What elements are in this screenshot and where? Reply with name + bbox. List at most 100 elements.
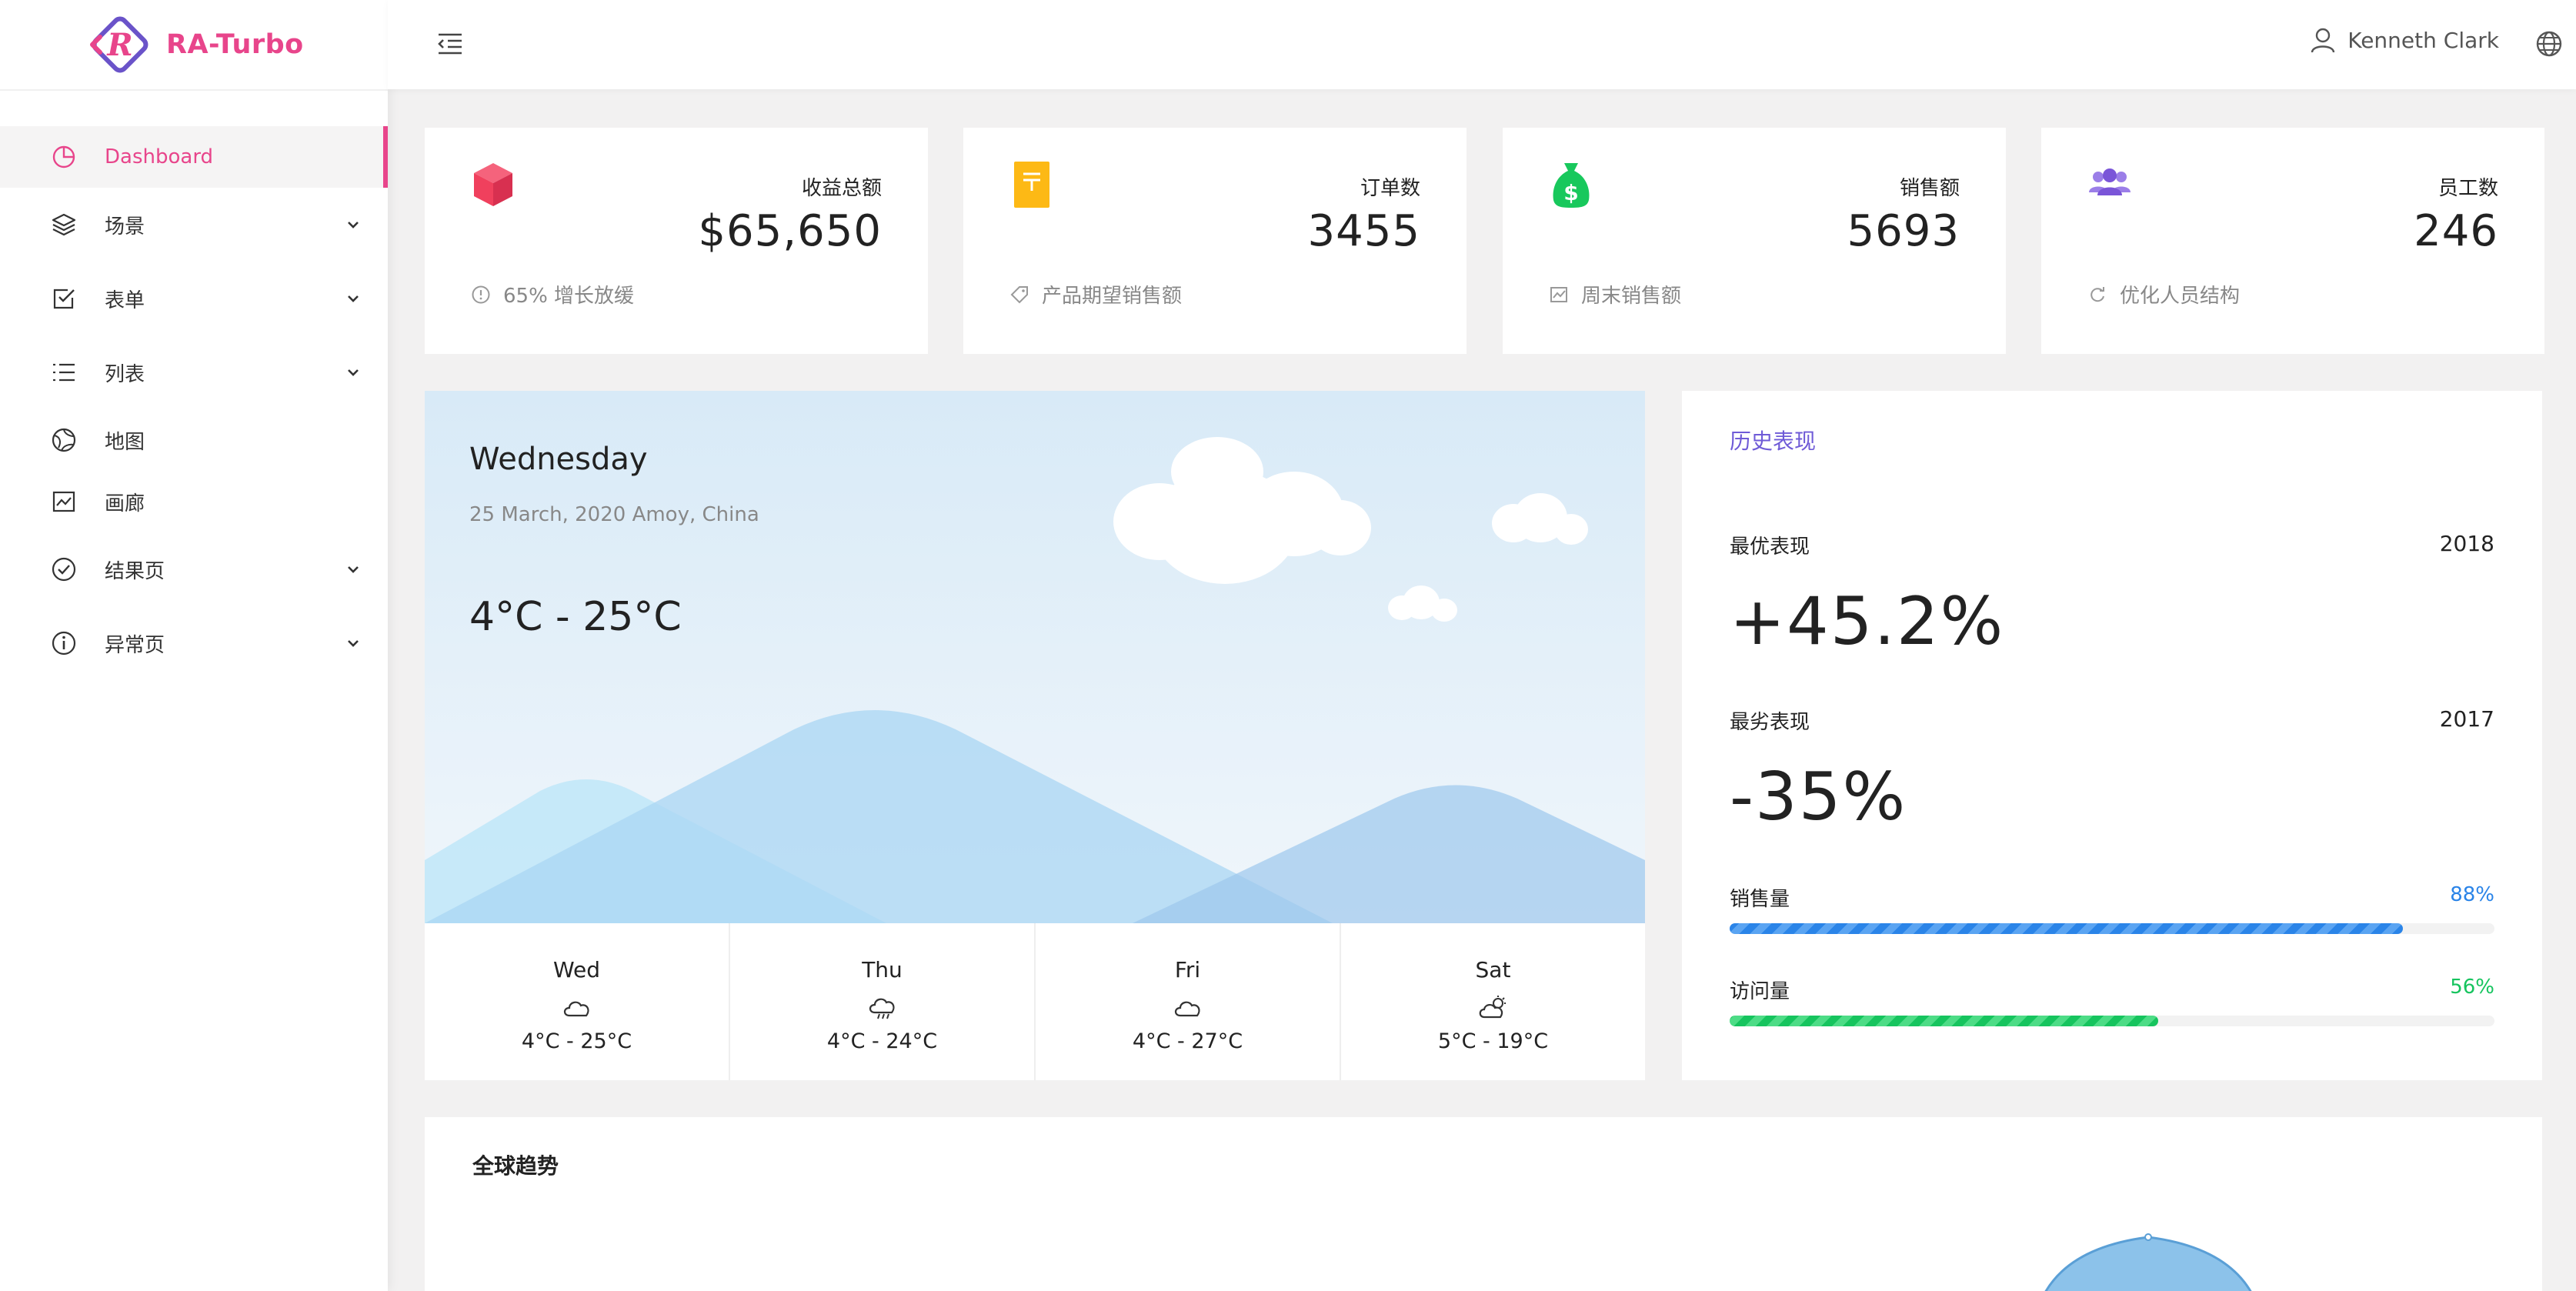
- language-globe-icon[interactable]: [2534, 29, 2564, 58]
- layers-icon: [52, 213, 76, 236]
- forecast-temp: 4°C - 24°C: [826, 1029, 938, 1053]
- app-name: RA-Turbo: [166, 29, 304, 60]
- worst-performance-value: -35%: [1730, 759, 1907, 836]
- chevron-down-icon: [348, 295, 359, 302]
- stat-footer-text: 周末销售额: [1581, 285, 1682, 308]
- sidebar-item-label: 结果页: [105, 559, 165, 583]
- sidebar-item-results[interactable]: 结果页: [0, 532, 388, 606]
- stat-value: 3455: [1307, 206, 1420, 256]
- line-chart-icon: [1550, 286, 1567, 302]
- cloud-icon: [1174, 1001, 1200, 1017]
- sidebar-item-label: 表单: [105, 289, 145, 312]
- visits-label: 访问量: [1730, 980, 1790, 1003]
- sales-progress-fill: [1730, 923, 2403, 934]
- forecast-day: Wed 4°C - 25°C: [425, 923, 730, 1080]
- checkbox-icon: [53, 289, 75, 309]
- sidebar-item-label: 异常页: [105, 633, 165, 657]
- users-icon: [2089, 168, 2131, 195]
- weather-day: Wednesday: [469, 442, 648, 477]
- visits-progress-fill: [1730, 1016, 2158, 1026]
- check-circle-icon: [52, 557, 76, 582]
- cloud-icon: [563, 1001, 589, 1017]
- stat-value: 246: [2414, 206, 2498, 256]
- stat-title: 订单数: [1360, 177, 1420, 200]
- top-header: Kenneth Clark: [388, 0, 2576, 89]
- best-performance-value: +45.2%: [1730, 583, 2005, 660]
- worst-performance-label: 最劣表现: [1730, 711, 1810, 734]
- stat-card-sales: $ 销售额 5693 周末销售额: [1503, 128, 2006, 354]
- forecast-day: Thu 4°C - 24°C: [730, 923, 1036, 1080]
- stat-footer-text: 优化人员结构: [2120, 285, 2241, 308]
- stat-footer: 产品期望销售额: [1009, 280, 1182, 309]
- weather-forecast: Wed 4°C - 25°C Thu 4°C - 24°C Fri 4°C - …: [425, 923, 1645, 1080]
- worst-performance-year: 2017: [2439, 706, 2494, 732]
- global-trend-title: 全球趋势: [472, 1153, 559, 1179]
- sidebar-item-gallery[interactable]: 画廊: [0, 471, 388, 532]
- sidebar-item-lists[interactable]: 列表: [0, 335, 388, 409]
- stat-footer: 周末销售额: [1549, 280, 1681, 309]
- sidebar-item-exceptions[interactable]: 异常页: [0, 606, 388, 680]
- weather-temperature-range: 4°C - 25°C: [469, 594, 682, 640]
- receipt-icon: [1014, 162, 1049, 208]
- stat-value: $65,650: [698, 206, 882, 256]
- info-circle-icon: [52, 631, 76, 656]
- sidebar-item-label: 地图: [105, 430, 145, 454]
- sidebar-menu: Dashboard 场景 表单 列表 地图 画廊 结果页 异常页: [0, 126, 388, 680]
- history-title: 历史表现: [1730, 429, 1817, 454]
- chevron-down-icon: [348, 369, 359, 376]
- forecast-temp: 4°C - 27°C: [1132, 1029, 1243, 1053]
- logo-icon: R: [90, 16, 148, 73]
- sidebar-item-label: 场景: [105, 215, 145, 239]
- visits-percent: 56%: [2450, 976, 2494, 999]
- stat-value: 5693: [1847, 206, 1960, 256]
- cloud-sun-icon: [1479, 996, 1506, 1019]
- stat-card-employees: 员工数 246 优化人员结构: [2041, 128, 2544, 354]
- chevron-down-icon: [348, 222, 359, 229]
- global-trend-card: 全球趋势: [425, 1117, 2542, 1291]
- weather-card: Wednesday 25 March, 2020 Amoy, China 4°C…: [425, 391, 1645, 1080]
- sidebar-item-dashboard[interactable]: Dashboard: [0, 126, 388, 188]
- logo-divider: [0, 89, 388, 91]
- sidebar-item-label: Dashboard: [105, 145, 214, 168]
- refresh-icon: [2090, 286, 2104, 302]
- sidebar-item-scenes[interactable]: 场景: [0, 188, 388, 262]
- chevron-down-icon: [348, 640, 359, 647]
- box-icon: [474, 163, 512, 206]
- sidebar-item-label: 画廊: [105, 492, 145, 515]
- user-icon: [2311, 28, 2335, 53]
- info-circle-icon: [472, 285, 490, 303]
- stat-card-orders: 订单数 3455 产品期望销售额: [963, 128, 1467, 354]
- forecast-day-name: Sat: [1475, 957, 1511, 982]
- gallery-icon: [52, 491, 75, 512]
- sidebar-item-forms[interactable]: 表单: [0, 262, 388, 335]
- tag-icon: [1010, 285, 1028, 303]
- forecast-day: Sat 5°C - 19°C: [1341, 923, 1645, 1080]
- sidebar: R RA-Turbo Dashboard 场景 表单 列表 地图 画廊 结果页 …: [0, 0, 388, 1291]
- sidebar-item-map[interactable]: 地图: [0, 409, 388, 471]
- sales-progress-bar: [1730, 923, 2494, 934]
- stat-footer-text: 65% 增长放缓: [503, 285, 635, 308]
- forecast-day: Fri 4°C - 27°C: [1036, 923, 1341, 1080]
- forecast-day-name: Wed: [552, 957, 601, 982]
- stat-footer: 优化人员结构: [2087, 280, 2240, 309]
- forecast-day-name: Fri: [1174, 957, 1201, 982]
- stat-footer-text: 产品期望销售额: [1042, 285, 1183, 308]
- stat-title: 员工数: [2438, 177, 2498, 200]
- list-icon: [53, 363, 75, 382]
- cloud-rain-icon: [869, 998, 895, 1019]
- sales-volume-percent: 88%: [2450, 883, 2494, 906]
- pie-chart-icon: [52, 145, 75, 168]
- history-performance-card: 历史表现 最优表现 2018 +45.2% 最劣表现 2017 -35% 销售量…: [1682, 391, 2542, 1080]
- forecast-temp: 5°C - 19°C: [1437, 1029, 1549, 1053]
- globe-map-icon: [52, 428, 76, 452]
- trend-globe-graphic: [2044, 1233, 2252, 1291]
- stat-footer: 65% 增长放缓: [471, 280, 634, 309]
- sales-volume-label: 销售量: [1730, 888, 1790, 911]
- user-name: Kenneth Clark: [2347, 27, 2499, 53]
- stat-title: 收益总额: [801, 177, 882, 200]
- logo[interactable]: R RA-Turbo: [83, 9, 304, 80]
- sidebar-item-label: 列表: [105, 362, 145, 386]
- menu-fold-icon[interactable]: [435, 29, 465, 58]
- forecast-day-name: Thu: [862, 957, 903, 982]
- user-menu[interactable]: Kenneth Clark: [2309, 26, 2499, 54]
